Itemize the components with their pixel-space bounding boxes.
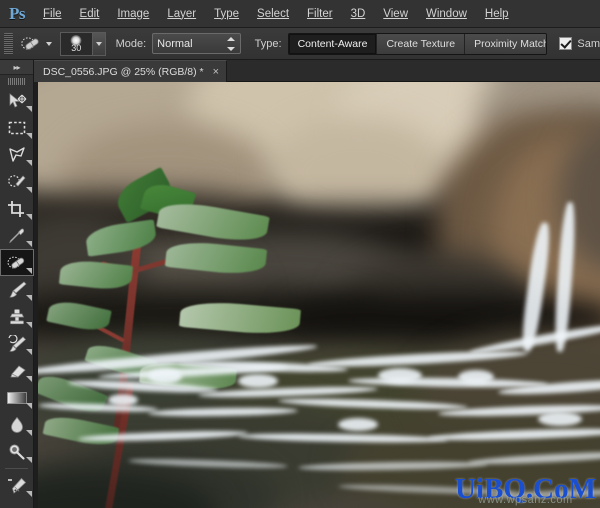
- tool-flyout-indicator: [26, 457, 32, 463]
- tool-flyout-indicator: [26, 106, 32, 112]
- canvas-area[interactable]: UiBQ.CoM www.wpsanz.com: [34, 82, 600, 508]
- type-label: Type:: [254, 37, 282, 50]
- tool-history-brush[interactable]: [0, 330, 34, 357]
- tool-crop[interactable]: [0, 195, 34, 222]
- sample-all-layers-label: Sam: [577, 37, 600, 50]
- tools-panel-collapse-icon[interactable]: ▸▸: [0, 60, 33, 75]
- tool-move[interactable]: [0, 87, 34, 114]
- tool-flyout-indicator: [26, 349, 32, 355]
- svg-text:T: T: [12, 504, 23, 508]
- tool-rectangular-marquee[interactable]: [0, 114, 34, 141]
- menu-item-window[interactable]: Window: [417, 0, 476, 28]
- tool-horizontal-type[interactable]: T: [0, 499, 34, 508]
- photoshop-logo-icon: Ps: [9, 3, 26, 23]
- tool-dodge[interactable]: [0, 438, 34, 465]
- menu-label-type: Type: [214, 7, 240, 20]
- menu-item-help[interactable]: Help: [476, 0, 518, 28]
- sample-all-layers-checkbox[interactable]: [559, 37, 573, 50]
- tool-eraser[interactable]: [0, 357, 34, 384]
- menu-label-file: File: [43, 7, 62, 20]
- tool-flyout-indicator: [26, 403, 32, 409]
- tool-gradient[interactable]: [0, 384, 34, 411]
- options-bar-grip[interactable]: [4, 32, 13, 55]
- menu-bar: Ps File Edit Image Layer Type Select Fil…: [0, 0, 600, 28]
- menu-item-3d[interactable]: 3D: [342, 0, 375, 28]
- menu-label-select: Select: [257, 7, 290, 20]
- menu-item-layer[interactable]: Layer: [158, 0, 205, 28]
- tool-lasso[interactable]: [0, 141, 34, 168]
- blend-mode-stepper-icon: [227, 36, 236, 51]
- tool-brush[interactable]: [0, 276, 34, 303]
- brush-picker-chevron-down-icon[interactable]: [92, 31, 106, 56]
- options-bar: 30 Mode: Normal Type: Content-Aware Crea…: [0, 28, 600, 60]
- tool-flyout-indicator: [26, 268, 32, 274]
- document-tab-title: DSC_0556.JPG @ 25% (RGB/8) *: [43, 65, 204, 78]
- tool-flyout-indicator: [26, 376, 32, 382]
- tool-preset-chevron-down-icon[interactable]: [45, 41, 52, 46]
- brush-size-field[interactable]: 30: [59, 31, 93, 56]
- menu-item-type[interactable]: Type: [205, 0, 248, 28]
- menu-item-view[interactable]: View: [374, 0, 417, 28]
- menu-label-layer: Layer: [167, 7, 197, 20]
- close-icon[interactable]: ×: [213, 66, 219, 77]
- document-tab[interactable]: DSC_0556.JPG @ 25% (RGB/8) * ×: [34, 60, 228, 82]
- document-image[interactable]: UiBQ.CoM www.wpsanz.com: [38, 82, 600, 508]
- tool-flyout-indicator: [26, 430, 32, 436]
- photoshop-window: Ps File Edit Image Layer Type Select Fil…: [0, 0, 600, 508]
- menu-item-image[interactable]: Image: [108, 0, 158, 28]
- menu-label-3d: 3D: [350, 7, 366, 20]
- healing-type-button-group: Content-Aware Create Texture Proximity M…: [287, 32, 548, 55]
- sample-all-layers-option[interactable]: Sam: [559, 37, 600, 50]
- tool-flyout-indicator: [26, 187, 32, 193]
- tool-clone-stamp[interactable]: [0, 303, 34, 330]
- menu-label-image: Image: [117, 7, 150, 20]
- menu-label-help: Help: [484, 7, 509, 20]
- tool-eyedropper[interactable]: [0, 222, 34, 249]
- document-tab-bar: DSC_0556.JPG @ 25% (RGB/8) * ×: [34, 60, 600, 82]
- tool-flyout-indicator: [26, 214, 32, 220]
- brush-size-value: 30: [71, 42, 82, 53]
- menu-label-edit: Edit: [79, 7, 100, 20]
- menu-label-window: Window: [426, 7, 467, 20]
- menu-label-view: View: [383, 7, 408, 20]
- spot-healing-brush-icon[interactable]: [19, 33, 44, 55]
- blend-mode-value: Normal: [157, 37, 193, 50]
- tool-flyout-indicator: [26, 491, 32, 497]
- tool-flyout-indicator: [26, 133, 32, 139]
- tool-pen[interactable]: [0, 472, 34, 499]
- tool-flyout-indicator: [26, 241, 32, 247]
- tool-flyout-indicator: [26, 322, 32, 328]
- menu-item-file[interactable]: File: [34, 0, 71, 28]
- mode-label: Mode:: [115, 37, 147, 50]
- menu-label-filter: Filter: [307, 7, 333, 20]
- tool-quick-selection[interactable]: [0, 168, 34, 195]
- tools-panel-grip[interactable]: [0, 75, 33, 87]
- tool-flyout-indicator: [26, 295, 32, 301]
- tools-divider: [5, 468, 28, 469]
- menu-item-filter[interactable]: Filter: [298, 0, 342, 28]
- type-button-proximity-match[interactable]: Proximity Match: [465, 33, 547, 54]
- tool-blur[interactable]: [0, 411, 34, 438]
- menu-item-edit[interactable]: Edit: [71, 0, 109, 28]
- tool-flyout-indicator: [26, 160, 32, 166]
- menu-item-select[interactable]: Select: [248, 0, 298, 28]
- blend-mode-select[interactable]: Normal: [152, 33, 241, 54]
- tools-panel: ▸▸: [0, 60, 34, 508]
- tool-spot-healing-brush[interactable]: [0, 249, 34, 276]
- type-button-create-texture[interactable]: Create Texture: [377, 33, 466, 54]
- type-button-content-aware[interactable]: Content-Aware: [288, 33, 378, 54]
